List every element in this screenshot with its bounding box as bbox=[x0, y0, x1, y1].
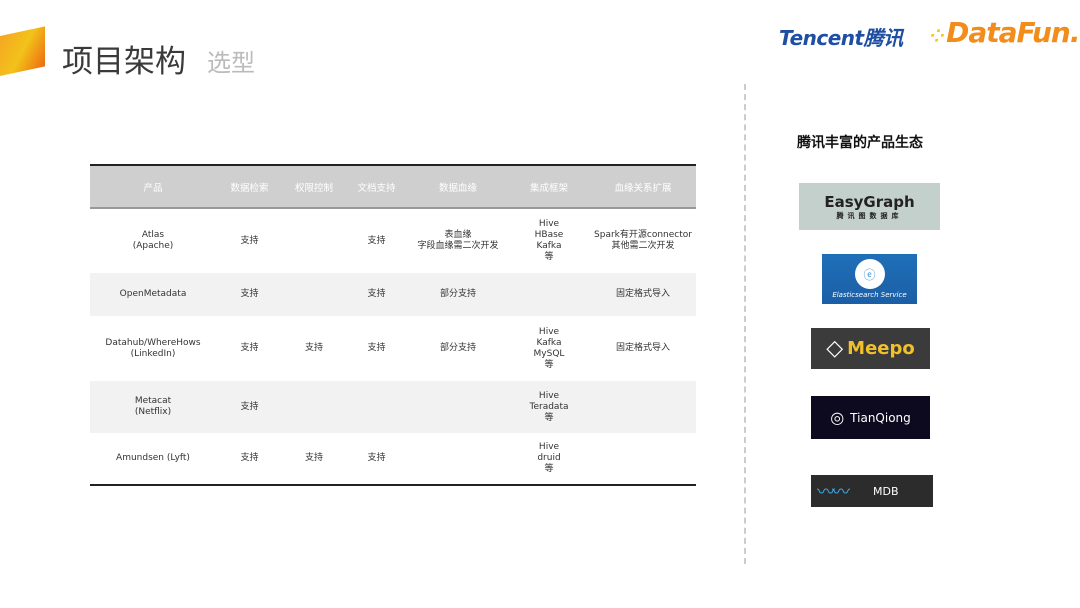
cell-line: Teradata bbox=[529, 401, 569, 412]
table-row: Amundsen (Lyft) 支持 支持 支持 Hive druid 等 bbox=[90, 433, 696, 486]
cell-line: 等 bbox=[544, 359, 554, 370]
cell-line: Hive bbox=[538, 390, 560, 401]
tencent-logo: Tencent腾讯 bbox=[779, 26, 903, 50]
cell-extension: 固定格式导入 bbox=[590, 273, 696, 316]
cell-product: Atlas (Apache) bbox=[90, 208, 216, 273]
meepo-logo: ◇ Meepo bbox=[811, 328, 930, 369]
cell-line: 等 bbox=[544, 412, 554, 423]
cell-docs: 支持 bbox=[345, 433, 408, 486]
cell-auth: 支持 bbox=[304, 343, 323, 353]
cell-docs: 支持 bbox=[367, 235, 386, 246]
cell-line: 固定格式导入 bbox=[615, 343, 670, 353]
cell-product: Amundsen (Lyft) bbox=[90, 433, 216, 486]
cell-integration: Hive druid 等 bbox=[508, 433, 590, 486]
cell-line: 等 bbox=[544, 252, 554, 262]
cell-docs: 支持 bbox=[367, 343, 386, 353]
tianqiong-logo: ◎ TianQiong bbox=[811, 396, 930, 439]
cell-search: 支持 bbox=[216, 381, 283, 433]
cell-line: Spark有开源connector bbox=[594, 230, 692, 240]
cell-integration bbox=[508, 273, 590, 316]
page-subtitle: 选型 bbox=[207, 49, 255, 77]
title-accent-shape bbox=[0, 26, 45, 76]
cell-lineage: 部分支持 bbox=[408, 273, 508, 316]
cell-auth bbox=[283, 381, 345, 433]
cell-extension: Spark有开源connector 其他需二次开发 bbox=[590, 208, 696, 273]
table-row: Atlas (Apache) 支持 支持 表血缘 字段血缘需二次开发 Hive HBase Ka… bbox=[90, 208, 696, 273]
cell-line: 其他需二次开发 bbox=[611, 241, 675, 251]
cell-product: OpenMetadata bbox=[90, 273, 216, 316]
mdb-logo: 〰〰 MDB bbox=[811, 475, 933, 507]
cell-lineage: 表血缘 字段血缘需二次开发 bbox=[408, 208, 508, 273]
cell-integration: Hive HBase Kafka 等 bbox=[508, 208, 590, 273]
cell-integration: Hive Kafka MySQL 等 bbox=[508, 316, 590, 381]
cell-line: (Apache) bbox=[132, 241, 174, 251]
table-row: OpenMetadata 支持 支持 部分支持 固定格式导入 bbox=[90, 273, 696, 316]
ecosystem-title: 腾讯丰富的产品生态 bbox=[797, 135, 923, 151]
elasticsearch-service-logo: ⓔ Elasticsearch Service bbox=[822, 254, 917, 304]
cell-line: MySQL bbox=[533, 348, 565, 359]
cell-line: Amundsen (Lyft) bbox=[116, 453, 190, 463]
cell-line: (LinkedIn) bbox=[130, 348, 176, 359]
cell-docs: 支持 bbox=[345, 273, 408, 316]
cell-line: Metacat bbox=[134, 396, 172, 406]
cell-line: OpenMetadata bbox=[119, 289, 187, 299]
cell-lineage bbox=[408, 433, 508, 486]
cell-line: (Netflix) bbox=[134, 407, 172, 417]
cell-line: 表血缘 bbox=[444, 230, 472, 240]
cell-auth: 支持 bbox=[283, 433, 345, 486]
page-title: 项目架构 bbox=[62, 44, 186, 80]
cell-search: 支持 bbox=[240, 235, 259, 246]
cell-line: 部分支持 bbox=[439, 343, 476, 353]
cell-lineage bbox=[408, 381, 508, 433]
datafun-logo: ⁘DataFun. bbox=[930, 16, 1080, 49]
column-header: 数据检索 bbox=[216, 164, 283, 209]
cell-extension: 固定格式导入 bbox=[590, 316, 696, 381]
cell-search: 支持 bbox=[216, 273, 283, 316]
cell-line: Atlas bbox=[141, 230, 165, 240]
cell-search: 支持 bbox=[240, 343, 259, 353]
table-row: Datahub/WhereHows (LinkedIn) 支持 支持 支持 部分支持 Hiv… bbox=[90, 316, 696, 381]
cell-product: Metacat (Netflix) bbox=[90, 381, 216, 433]
cell-line: druid bbox=[537, 453, 561, 463]
elasticsearch-icon: ⓔ bbox=[854, 259, 885, 289]
tianqiong-icon: ◎ bbox=[830, 408, 845, 427]
wave-icon: 〰〰 bbox=[817, 482, 850, 503]
cell-auth bbox=[283, 208, 345, 273]
cell-line: Datahub/WhereHows bbox=[105, 337, 201, 348]
cell-docs bbox=[345, 381, 408, 433]
cell-line: Kafka bbox=[536, 337, 562, 348]
cell-line: Hive bbox=[538, 326, 560, 337]
easygraph-logo: EasyGraph 腾讯图数据库 bbox=[799, 183, 940, 230]
cell-line: Hive bbox=[538, 442, 560, 452]
cell-search: 支持 bbox=[216, 433, 283, 486]
cell-extension bbox=[590, 381, 696, 433]
column-header: 文档支持 bbox=[345, 164, 408, 209]
cell-product: Datahub/WhereHows (LinkedIn) bbox=[90, 316, 216, 381]
cell-line: 字段血缘需二次开发 bbox=[417, 241, 499, 251]
cell-line: Kafka bbox=[536, 241, 562, 251]
cell-integration: Hive Teradata 等 bbox=[508, 381, 590, 433]
cell-line: 固定格式导入 bbox=[615, 289, 670, 299]
column-header: 权限控制 bbox=[283, 164, 345, 209]
cell-line: 部分支持 bbox=[439, 289, 476, 299]
cell-line: 等 bbox=[544, 464, 554, 474]
vertical-divider bbox=[744, 84, 746, 564]
table-row: Metacat (Netflix) 支持 Hive Teradata 等 bbox=[90, 381, 696, 433]
cell-extension bbox=[590, 433, 696, 486]
cell-lineage: 部分支持 bbox=[408, 316, 508, 381]
cell-line: Hive bbox=[538, 219, 560, 229]
column-header: 产品 bbox=[90, 164, 216, 209]
comparison-table: 产品 数据检索 权限控制 文档支持 数据血缘 集成框架 血缘关系扩展 Atlas (Apach… bbox=[90, 164, 696, 486]
cell-line: HBase bbox=[534, 230, 564, 240]
diamond-icon: ◇ bbox=[826, 336, 844, 361]
column-header: 血缘关系扩展 bbox=[590, 164, 696, 209]
column-header: 数据血缘 bbox=[408, 164, 508, 209]
column-header: 集成框架 bbox=[508, 164, 590, 209]
cell-auth bbox=[283, 273, 345, 316]
